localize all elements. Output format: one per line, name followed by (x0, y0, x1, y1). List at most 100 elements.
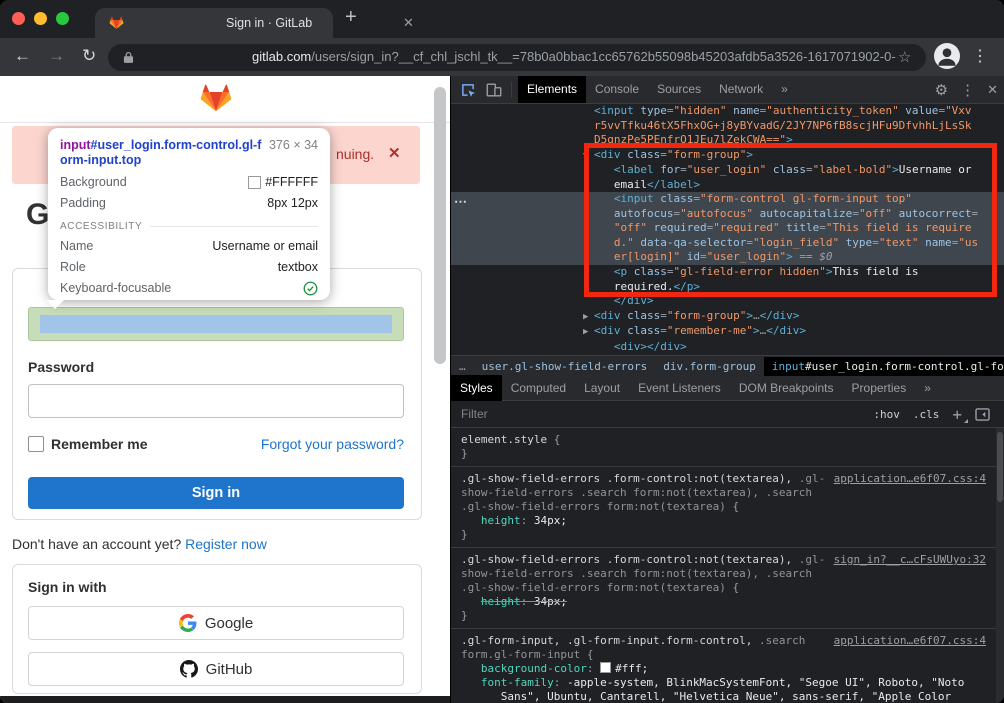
code-token: <div (594, 324, 621, 337)
css-source-link[interactable]: sign_in?__c…cFsUWUyo:32 (834, 553, 986, 567)
register-row: Don't have an account yet? Register now (12, 536, 267, 552)
dom-tree-line[interactable]: ▼<div class="form-group"> (451, 148, 1004, 164)
styles-tab-more[interactable]: » (915, 375, 940, 402)
code-token: : (521, 595, 534, 608)
forward-icon[interactable]: → (48, 46, 65, 66)
breadcrumb-item[interactable]: div.form-group (655, 357, 764, 376)
code-token: type (634, 104, 667, 117)
reload-icon[interactable]: ↻ (82, 46, 96, 66)
styles-tab-event-listeners[interactable]: Event Listeners (629, 375, 730, 402)
bookmark-star-icon[interactable]: ☆ (898, 48, 911, 66)
dom-tree-line[interactable]: autofocus="autofocus" autocapitalize="of… (451, 207, 1004, 222)
styles-tab-layout[interactable]: Layout (575, 375, 629, 402)
browser-menu-icon[interactable]: ⋮ (972, 46, 988, 66)
dom-tree-line[interactable]: ▶<div class="form-group">…</div> (451, 309, 1004, 325)
forgot-password-link[interactable]: Forgot your password? (261, 436, 404, 452)
css-rule-line: form.gl-form-input { (461, 648, 986, 662)
password-input[interactable] (28, 384, 404, 418)
code-token: Username or (899, 163, 972, 176)
inspect-element-icon[interactable] (459, 81, 477, 99)
devtools-close-icon[interactable]: ✕ (987, 82, 998, 98)
profile-avatar[interactable] (934, 43, 960, 69)
css-rule[interactable]: application…e6f07.css:4.gl-form-input, .… (451, 629, 996, 703)
devtools-menu-icon[interactable]: ⋮ (960, 81, 975, 99)
sidebar-toggle-icon[interactable] (975, 408, 990, 421)
alert-close-icon[interactable]: ✕ (388, 144, 401, 162)
styles-tab-computed[interactable]: Computed (502, 375, 575, 402)
code-token: autocapitalize (753, 207, 852, 220)
github-signin-button[interactable]: GitHub (28, 652, 404, 686)
devtools-tab-elements[interactable]: Elements (518, 76, 586, 103)
dom-tree-line[interactable]: <input class="form-control gl-form-input… (451, 192, 1004, 207)
dom-tree-line[interactable]: D5gnzPe5PEnfrQ1JEu7lZekCWA=="> (451, 133, 1004, 148)
remember-me-checkbox[interactable] (28, 436, 44, 452)
toggle-hover-state-button[interactable]: :hov (873, 408, 900, 421)
css-rule[interactable]: sign_in?__c…cFsUWUyo:32 .gl-show-field-er… (451, 548, 996, 629)
dom-tree-line[interactable]: <input type="hidden" name="authenticity_… (451, 104, 1004, 119)
dom-tree-line[interactable]: <div></div> (451, 340, 1004, 355)
device-toolbar-icon[interactable] (485, 81, 503, 99)
code-token: title (779, 221, 819, 234)
dom-tree-line[interactable]: required.</p> (451, 280, 1004, 295)
macos-zoom-button[interactable] (56, 12, 69, 25)
styles-tab-styles[interactable]: Styles (451, 375, 502, 402)
styles-scrollbar-thumb[interactable] (997, 432, 1003, 502)
dom-tree-line[interactable]: er[login]" id="user_login"> == $0 (451, 250, 1004, 265)
macos-minimize-button[interactable] (34, 12, 47, 25)
code-token: ▼ (583, 149, 594, 164)
code-token: </div> (760, 309, 800, 322)
breadcrumb-item[interactable]: user.gl-show-field-errors (474, 357, 656, 376)
dom-tree-line[interactable]: d." data-qa-selector="login_field" type=… (451, 236, 1004, 251)
dom-tree-line[interactable]: email</label> (451, 178, 1004, 193)
code-token: type (839, 236, 872, 249)
devtools-tab-console[interactable]: Console (586, 76, 648, 103)
tab-close-icon[interactable]: ✕ (403, 15, 414, 31)
toggle-class-button[interactable]: .cls (913, 408, 940, 421)
sign-in-button[interactable]: Sign in (28, 477, 404, 509)
breadcrumb-item[interactable]: input#user_login.form-control.gl-form-in… (764, 357, 1004, 376)
css-source-link[interactable]: application…e6f07.css:4 (834, 472, 986, 486)
devtools-settings-icon[interactable]: ⚙ (935, 81, 948, 99)
dom-tree-line[interactable]: <label for="user_login" class="label-bol… (451, 163, 1004, 178)
element-options-dots[interactable]: ⋯ (454, 194, 467, 210)
dom-tree-line[interactable]: "off" required="required" title="This fi… (451, 221, 1004, 236)
register-now-link[interactable]: Register now (185, 536, 267, 552)
gitlab-logo-icon[interactable] (198, 81, 234, 119)
code-token: = (819, 221, 826, 234)
browser-tab[interactable]: Sign in · GitLab ✕ (95, 8, 333, 38)
dom-tree-line[interactable]: ▶<div class="remember-me">…</div> (451, 324, 1004, 340)
code-token: "form-group" (667, 309, 746, 322)
code-token: "form-group" (667, 148, 746, 161)
styles-tab-dom-breakpoints[interactable]: DOM Breakpoints (730, 375, 843, 402)
code-token: "off" (859, 207, 892, 220)
css-rule[interactable]: application…e6f07.css:4.gl-show-field-er… (451, 467, 996, 548)
devtools-tab-more[interactable]: » (772, 76, 797, 103)
code-token (461, 514, 481, 527)
code-token: autofocus (594, 207, 673, 220)
back-icon[interactable]: ← (14, 46, 31, 66)
dom-tree-line[interactable]: <p class="gl-field-error hidden">This fi… (451, 265, 1004, 280)
code-token: .gl-show-field-errors form:not(textarea) (461, 581, 733, 594)
code-token: autocorrect (892, 207, 971, 220)
css-rule-line: height: 34px; (461, 595, 986, 609)
breadcrumb-item[interactable]: … (451, 357, 474, 376)
google-signin-button[interactable]: Google (28, 606, 404, 640)
css-rule-line: .gl-show-field-errors form:not(textarea)… (461, 581, 986, 595)
css-rule-line: application…e6f07.css:4.gl-form-input, .… (461, 634, 986, 648)
new-tab-button[interactable]: + (345, 6, 357, 29)
dom-tree-line[interactable]: </div> (451, 294, 1004, 309)
tooltip-padding-value: 8px 12px (267, 196, 318, 210)
url-bar[interactable]: gitlab.com/users/sign_in?__cf_chl_jschl_… (108, 44, 926, 71)
css-source-link[interactable]: application…e6f07.css:4 (834, 634, 986, 648)
css-rule[interactable]: element.style {} (451, 428, 996, 467)
devtools-tab-sources[interactable]: Sources (648, 76, 710, 103)
new-style-rule-button[interactable]: + (952, 405, 962, 424)
page-scrollbar-thumb[interactable] (434, 87, 446, 364)
code-token: 34px; (534, 595, 567, 608)
styles-tab-properties[interactable]: Properties (843, 375, 916, 402)
css-rule-line: } (461, 447, 986, 461)
dom-tree-line[interactable]: r5vvTfku46tX5FhxOG+j8yBYvadG/2JY7NP6fB8s… (451, 119, 1004, 134)
macos-close-button[interactable] (12, 12, 25, 25)
styles-filter-input[interactable]: Filter (461, 407, 873, 421)
devtools-tab-network[interactable]: Network (710, 76, 772, 103)
